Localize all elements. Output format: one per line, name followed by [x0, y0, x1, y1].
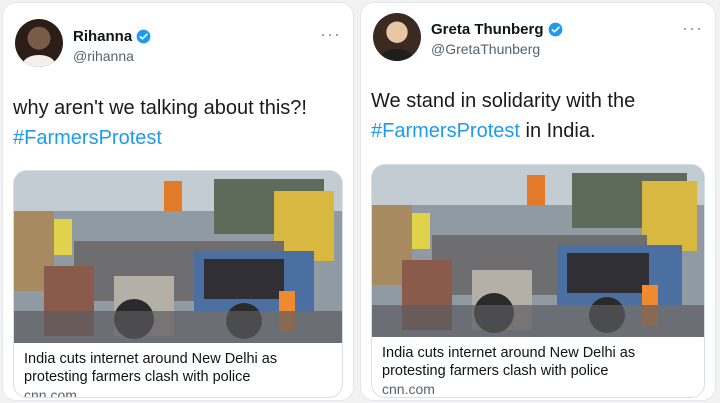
link-preview-title-line2: protesting farmers clash with police — [382, 363, 609, 379]
tweet-text: We stand in solidarity with the #Farmers… — [371, 86, 705, 146]
verified-badge-icon — [136, 29, 151, 44]
verified-badge-icon — [548, 22, 562, 37]
tweet-text: why aren't we talking about this?! #Farm… — [13, 93, 343, 153]
tweet-text-plain: why aren't we talking about this?! — [13, 97, 307, 119]
author-name-row[interactable]: Greta Thunberg — [431, 21, 563, 38]
author-handle[interactable]: @rihanna — [73, 48, 134, 64]
tweet-card-rihanna[interactable]: Rihanna @rihanna ··· why aren't we talki… — [2, 2, 354, 401]
more-options-icon[interactable]: ··· — [320, 25, 341, 43]
avatar[interactable] — [373, 13, 421, 61]
author-handle[interactable]: @GretaThunberg — [431, 41, 540, 57]
link-preview-card[interactable]: India cuts internet around New Delhi as … — [13, 170, 343, 398]
tweet-card-greta[interactable]: Greta Thunberg @GretaThunberg ··· We sta… — [360, 2, 716, 401]
link-preview-title-line1: India cuts internet around New Delhi as — [24, 351, 278, 367]
tweet-text-suffix: in India. — [519, 120, 596, 142]
hashtag-link[interactable]: #FarmersProtest — [371, 120, 520, 142]
link-preview-domain: cnn.com — [382, 381, 435, 397]
tweet-text-plain: We stand in solidarity with the — [371, 90, 636, 112]
link-preview-title: India cuts internet around New Delhi as … — [24, 350, 332, 386]
hashtag-link[interactable]: #FarmersProtest — [13, 127, 162, 149]
link-preview-title-line1: India cuts internet around New Delhi as — [382, 345, 636, 361]
avatar[interactable] — [15, 19, 63, 67]
link-preview-body: India cuts internet around New Delhi as … — [14, 343, 342, 398]
author-name[interactable]: Greta Thunberg — [431, 21, 544, 38]
link-preview-title-line2: protesting farmers clash with police — [24, 369, 251, 385]
author-name[interactable]: Rihanna — [73, 28, 132, 45]
more-options-icon[interactable]: ··· — [682, 19, 703, 37]
author-name-row[interactable]: Rihanna — [73, 28, 151, 45]
link-preview-title: India cuts internet around New Delhi as … — [382, 344, 694, 380]
link-preview-body: India cuts internet around New Delhi as … — [372, 337, 704, 397]
link-preview-card[interactable]: India cuts internet around New Delhi as … — [371, 164, 705, 398]
link-preview-domain: cnn.com — [24, 387, 77, 398]
link-preview-image — [372, 165, 704, 337]
link-preview-image — [14, 171, 342, 343]
